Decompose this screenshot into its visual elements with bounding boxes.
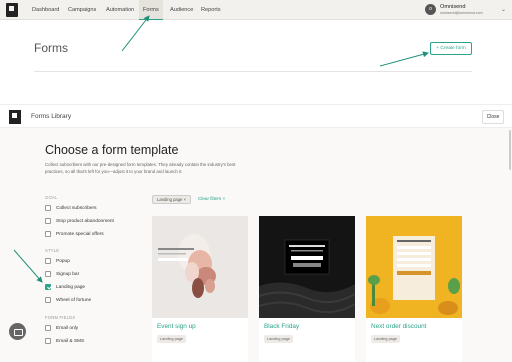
checkbox-signup-bar[interactable] [45,271,51,277]
template-preview-image [366,216,462,318]
filter-section-style: STYLE [45,248,60,253]
template-tag: Landing page [264,335,294,343]
template-card-black-friday[interactable]: Black Friday Landing page [259,216,355,362]
filter-label: Email & SMS [56,339,85,344]
checkbox-wheel-of-fortune[interactable] [45,297,51,303]
omnisend-logo[interactable] [6,3,18,17]
filter-label: Collect subscribers [56,206,97,211]
template-card-event-sign-up[interactable]: Event sign up Landing page [152,216,248,362]
library-title: Forms Library [31,113,72,120]
filter-label: Wheel of fortune [56,298,92,303]
nav-item-automation[interactable]: Automation [102,0,138,20]
account-name: Omnisend [440,4,466,10]
chevron-down-icon: ⌄ [501,7,507,13]
account-email: omnisend@omnisend.com [440,11,483,15]
template-title: Next order discount [371,323,427,330]
create-form-button[interactable]: + Create form [430,42,472,55]
top-navigation: Dashboard Campaigns Automation Forms Aud… [0,0,512,20]
filter-label: Email only [56,326,79,331]
template-title: Event sign up [157,323,196,330]
library-heading: Choose a form template [45,143,179,157]
filter-label: Stop product abandonment [56,219,114,224]
annotation-arrow-create-form [379,51,429,67]
library-body: Choose a form template Collect subscribe… [0,128,512,362]
page-title: Forms [34,41,68,55]
active-filter-chip[interactable]: Landing page × [152,195,191,204]
filter-label: Landing page [56,285,86,290]
library-description: Collect subscribers with our pre-designe… [45,162,236,174]
filter-section-goal: GOAL [45,195,58,200]
omnisend-logo [9,110,21,124]
checkbox-email-sms[interactable] [45,338,51,344]
filter-section-form-fields: FORM FIELDS [45,315,76,320]
nav-item-reports[interactable]: Reports [197,0,225,20]
checkbox-popup[interactable] [45,258,51,264]
scrollbar[interactable] [509,130,511,170]
nav-item-forms[interactable]: Forms [139,0,163,20]
nav-item-campaigns[interactable]: Campaigns [64,0,100,20]
close-button[interactable]: Close [482,110,504,124]
checkbox-collect-subscribers[interactable] [45,205,51,211]
checkbox-stop-product-abandonment[interactable] [45,218,51,224]
library-header: Forms Library Close [0,104,512,128]
template-tag: Landing page [157,335,187,343]
template-preview-image [259,216,355,318]
template-title: Black Friday [264,323,300,330]
checkbox-promote-special-offers[interactable] [45,231,51,237]
template-preview-image [152,216,248,318]
divider [34,71,472,72]
filter-label: Signup bar [56,272,80,277]
nav-item-audience[interactable]: Audience [166,0,197,20]
checkbox-email-only[interactable] [45,325,51,331]
template-card-next-order-discount[interactable]: Next order discount Landing page [366,216,462,362]
avatar: o [425,4,436,15]
filter-label: Popup [56,259,70,264]
filter-label: Promote special offers [56,232,104,237]
checkbox-landing-page[interactable] [45,284,51,290]
nav-item-dashboard[interactable]: Dashboard [28,0,63,20]
clear-filters-link[interactable]: Clear filters × [198,196,225,201]
annotation-arrow-forms-tab [121,15,150,52]
chat-icon[interactable] [9,323,26,340]
template-tag: Landing page [371,335,401,343]
